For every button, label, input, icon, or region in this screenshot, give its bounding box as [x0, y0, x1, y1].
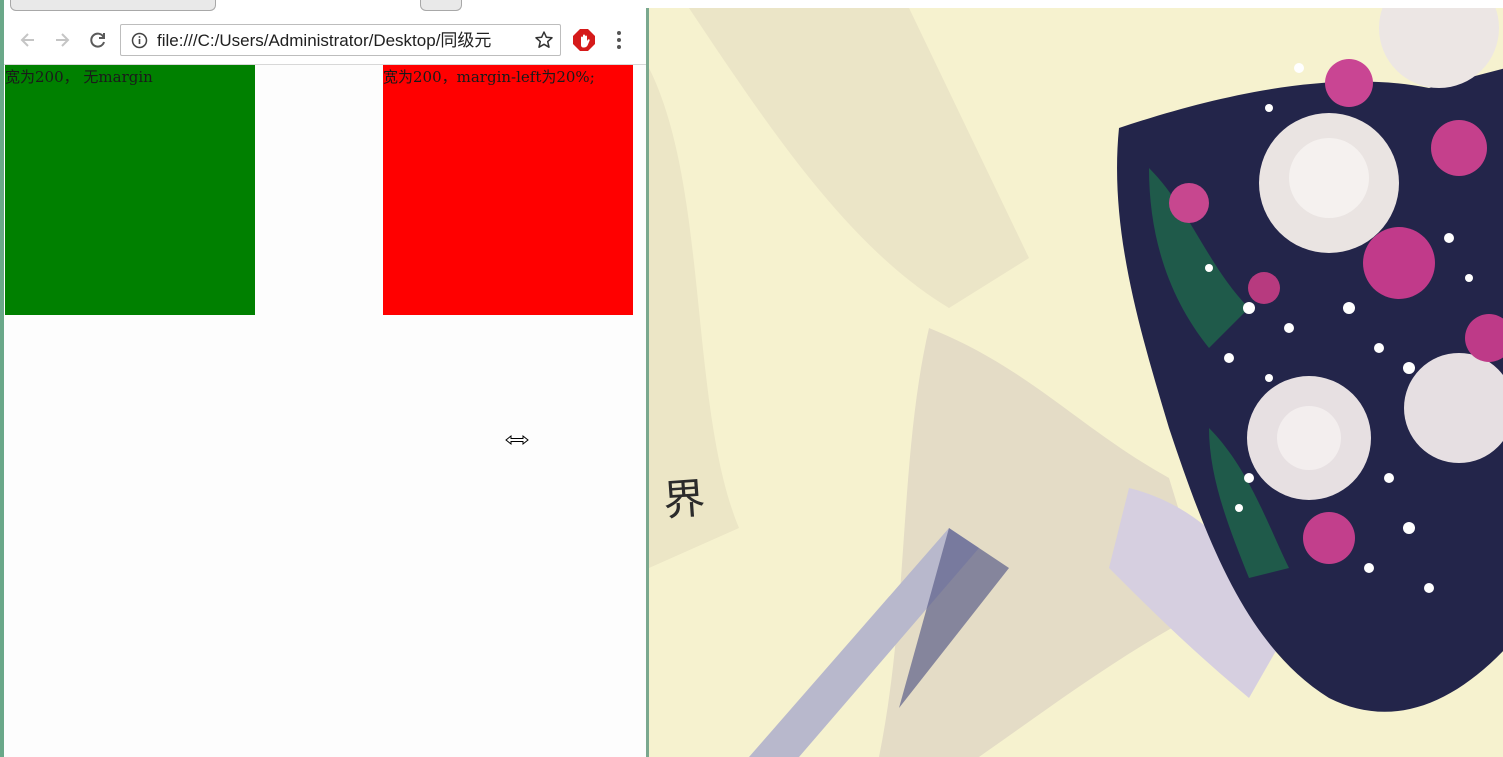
new-tab-button[interactable] — [420, 0, 462, 11]
address-url: file:///C:/Users/Administrator/Desktop/同… — [157, 31, 492, 50]
red-box: 宽为200，margin-left为20%; — [383, 65, 633, 315]
bouquet-photo: 界 — [646, 8, 1503, 757]
browser-tab-active[interactable] — [10, 0, 216, 11]
page-viewport: 宽为200， 无margin 宽为200，margin-left为20%; — [4, 65, 646, 757]
adblock-icon[interactable] — [572, 28, 596, 56]
back-arrow-icon[interactable] — [16, 28, 40, 52]
red-box-label: 宽为200，margin-left为20%; — [383, 68, 595, 86]
bouquet-illustration — [649, 8, 1503, 757]
kebab-menu-icon[interactable] — [614, 28, 624, 56]
green-box: 宽为200， 无margin — [5, 65, 255, 315]
info-icon[interactable] — [131, 32, 148, 53]
star-icon[interactable] — [534, 30, 554, 54]
forward-arrow-icon[interactable] — [50, 28, 74, 52]
reload-icon[interactable] — [86, 28, 110, 52]
green-box-label: 宽为200， 无margin — [5, 68, 153, 86]
browser-toolbar: file:///C:/Users/Administrator/Desktop/同… — [4, 18, 646, 65]
address-bar[interactable]: file:///C:/Users/Administrator/Desktop/同… — [120, 24, 561, 56]
photo-caption-glyph: 界 — [661, 473, 707, 526]
horizontal-resize-cursor-icon — [505, 431, 529, 450]
tab-strip — [4, 0, 646, 19]
browser-window: file:///C:/Users/Administrator/Desktop/同… — [0, 0, 646, 757]
